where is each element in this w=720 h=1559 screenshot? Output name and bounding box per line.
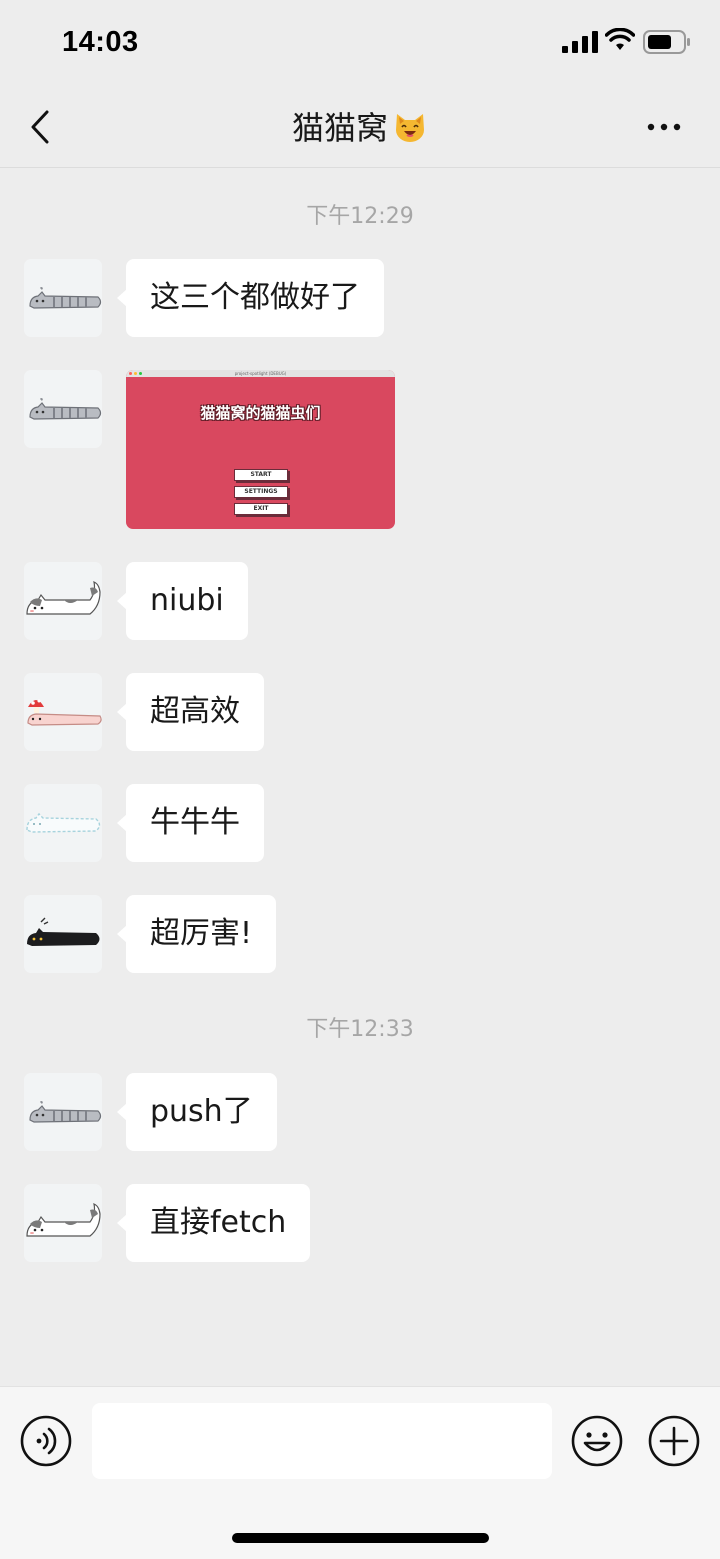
image-message[interactable]: project-spotlight (DEBUG) 猫猫窝的猫猫虫们 START…: [126, 370, 395, 529]
message-bubble[interactable]: 超高效: [117, 673, 264, 751]
home-indicator: [232, 1533, 489, 1543]
message-bubble[interactable]: 超厉害!: [116, 895, 277, 973]
message-bubble[interactable]: 这三个都做好了: [117, 259, 384, 337]
voice-input-icon[interactable]: [20, 1415, 72, 1467]
status-time: 14:03: [62, 26, 139, 58]
mushroom-cat-avatar[interactable]: [24, 673, 102, 751]
more-actions-plus-icon[interactable]: [648, 1415, 700, 1467]
black-cat-avatar[interactable]: [24, 895, 102, 973]
chat-title-text: 猫猫窝: [291, 109, 388, 147]
status-bar: 14:03: [0, 0, 720, 86]
wifi-icon: [605, 28, 635, 50]
gray-tabby-cat-avatar[interactable]: [24, 1073, 102, 1151]
gray-tabby-cat-icon: [29, 1101, 102, 1123]
gray-tabby-cat-icon: [29, 287, 102, 309]
calico-cat-icon: [26, 1203, 101, 1237]
calico-cat-icon: [26, 581, 101, 615]
emoji-icon[interactable]: [571, 1415, 623, 1467]
screenshot-start-button: START: [234, 469, 288, 481]
gray-tabby-cat-avatar[interactable]: [24, 370, 102, 448]
screenshot-settings-button: SETTINGS: [234, 486, 288, 498]
black-cat-icon: [27, 917, 100, 946]
nav-bar: 猫猫窝: [0, 86, 720, 168]
chat-timestamp: 下午12:33: [306, 1017, 414, 1042]
screenshot-exit-button: EXIT: [234, 503, 288, 515]
calico-cat-avatar[interactable]: [24, 1184, 102, 1262]
gray-tabby-cat-icon: [29, 398, 102, 420]
message-bubble[interactable]: 牛牛牛: [117, 784, 264, 862]
white-cat-avatar[interactable]: [24, 784, 102, 862]
screenshot-titlebar: project-spotlight (DEBUG): [126, 370, 395, 377]
message-bubble[interactable]: niubi: [117, 562, 248, 640]
white-cat-icon: [26, 812, 101, 833]
mushroom-cat-icon: [27, 699, 102, 726]
chat-title: 猫猫窝: [0, 106, 720, 150]
screenshot-window-title: project-spotlight (DEBUG): [234, 371, 287, 376]
more-options-icon[interactable]: [644, 116, 684, 138]
calico-cat-avatar[interactable]: [24, 562, 102, 640]
message-bubble[interactable]: 直接fetch: [116, 1184, 311, 1262]
message-bubble[interactable]: push了: [117, 1073, 277, 1151]
message-input[interactable]: [92, 1403, 552, 1479]
cat-face-emoji-icon: [396, 114, 424, 142]
input-bar: [0, 1386, 720, 1559]
battery-icon: [643, 30, 690, 54]
chat-timestamp: 下午12:29: [306, 204, 414, 229]
cellular-signal-icon: [562, 31, 598, 53]
gray-tabby-cat-avatar[interactable]: [24, 259, 102, 337]
screenshot-game-title: 猫猫窝的猫猫虫们: [200, 404, 321, 422]
